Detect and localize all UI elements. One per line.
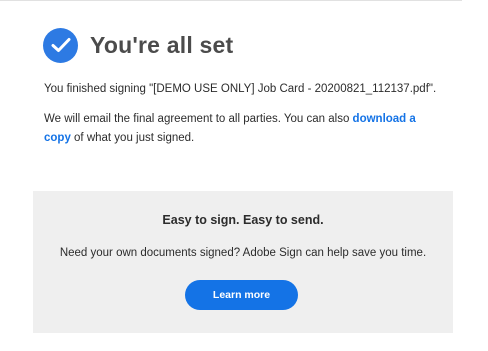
email-message-start: We will email the final agreement to all… xyxy=(44,113,353,125)
confirmation-message: You finished signing "[DEMO USE ONLY] Jo… xyxy=(44,80,439,148)
top-divider xyxy=(0,0,462,1)
promo-text: Need your own documents signed? Adobe Si… xyxy=(59,247,427,259)
email-message-end: of what you just signed. xyxy=(70,132,195,144)
signed-document-message: You finished signing "[DEMO USE ONLY] Jo… xyxy=(44,83,437,95)
adobe-sign-promo: Easy to sign. Easy to send. Need your ow… xyxy=(33,191,453,333)
checkmark-circle-icon xyxy=(43,27,78,63)
page-title: You're all set xyxy=(90,31,234,58)
promo-title: Easy to sign. Easy to send. xyxy=(162,213,324,227)
email-message: We will email the final agreement to all… xyxy=(44,110,439,148)
learn-more-button[interactable]: Learn more xyxy=(185,280,298,310)
confirmation-header: You're all set xyxy=(43,25,233,65)
